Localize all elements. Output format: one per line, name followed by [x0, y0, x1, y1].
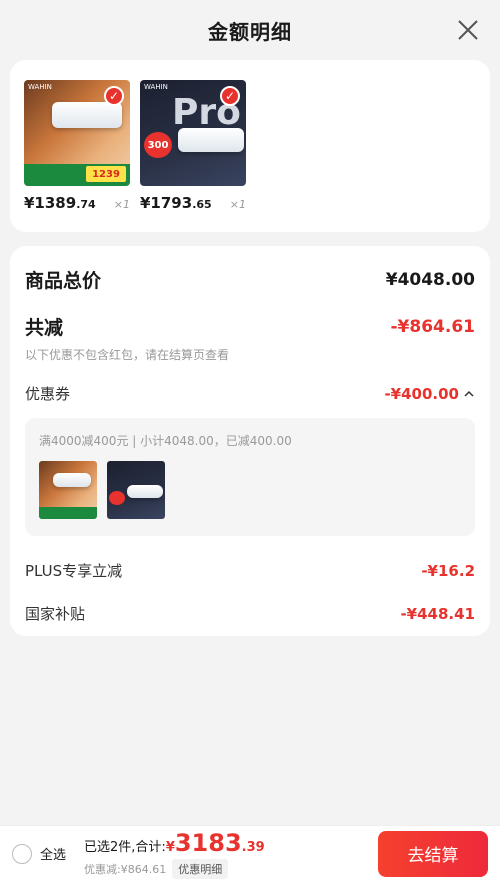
- product-image: WAHIN Pro 300 ✓: [140, 80, 246, 186]
- product-price: ¥1389.74: [24, 194, 96, 212]
- discount-label: 共减: [25, 317, 64, 339]
- brand-label: WAHIN: [28, 83, 52, 91]
- total-value: ¥4048.00: [385, 269, 475, 290]
- discount-note: 以下优惠不包含红包，请在结算页查看: [25, 348, 230, 362]
- air-conditioner-image: [127, 485, 163, 498]
- header: 金额明细: [0, 0, 500, 60]
- check-icon: ✓: [104, 86, 124, 106]
- subsidy-value: -¥448.41: [400, 604, 475, 623]
- page-title: 金额明细: [208, 19, 292, 44]
- coupon-detail-box: 满4000减400元 | 小计4048.00，已减400.00: [25, 418, 475, 536]
- coupon-row[interactable]: 优惠券 -¥400.00: [25, 383, 475, 404]
- air-conditioner-image: [178, 128, 244, 152]
- plus-row: PLUS专享立减 -¥16.2: [25, 560, 475, 581]
- chevron-up-icon[interactable]: [463, 388, 475, 400]
- discount-detail-button[interactable]: 优惠明细: [172, 858, 229, 879]
- plus-value: -¥16.2: [421, 561, 475, 580]
- product-qty: ×1: [229, 198, 246, 211]
- subsidy-label: 国家补贴: [25, 605, 86, 623]
- coupon-value: -¥400.00: [384, 384, 459, 403]
- order-summary: 已选2件,合计: ¥3183.39 优惠减:¥864.61 优惠明细: [84, 829, 265, 879]
- coupon-product-thumb: [39, 461, 97, 519]
- selected-count: 已选2件,合计:: [84, 839, 166, 855]
- brand-label: WAHIN: [144, 83, 168, 91]
- promo-badge: 300: [144, 132, 172, 158]
- select-all-label[interactable]: 全选: [40, 844, 66, 863]
- coupon-label: 优惠券: [25, 385, 71, 403]
- total-label: 商品总价: [25, 270, 102, 292]
- price-detail-card: 商品总价 ¥4048.00 共减 -¥864.61 以下优惠不包含红包，请在结算…: [10, 246, 490, 636]
- subsidy-row: 国家补贴 -¥448.41: [25, 603, 475, 624]
- select-all-radio[interactable]: [12, 843, 32, 864]
- air-conditioner-image: [53, 473, 91, 487]
- product-item[interactable]: WAHIN Pro 300 ✓ ¥1793.65 ×1: [140, 80, 246, 212]
- checkout-button[interactable]: 去结算: [378, 830, 488, 877]
- bottom-bar: 全选 已选2件,合计: ¥3183.39 优惠减:¥864.61 优惠明细 去结…: [0, 825, 500, 881]
- product-image: WAHIN 1239 ✓: [24, 80, 130, 186]
- discount-value: -¥864.61: [390, 316, 476, 337]
- promo-bar: [39, 507, 97, 519]
- promo-price: 1239: [86, 166, 126, 182]
- coupon-note: 满4000减400元 | 小计4048.00，已减400.00: [39, 434, 292, 448]
- grand-total: ¥3183.39: [165, 828, 265, 857]
- plus-label: PLUS专享立减: [25, 562, 123, 580]
- air-conditioner-image: [52, 102, 122, 128]
- product-item[interactable]: WAHIN 1239 ✓ ¥1389.74 ×1: [24, 80, 130, 212]
- product-list: WAHIN 1239 ✓ ¥1389.74 ×1 WAHIN Pro 300 ✓…: [10, 60, 490, 232]
- saved-amount: 优惠减:¥864.61: [84, 862, 167, 876]
- close-icon[interactable]: [454, 16, 482, 44]
- product-qty: ×1: [113, 198, 130, 211]
- promo-badge: [109, 491, 125, 505]
- product-price: ¥1793.65: [140, 194, 212, 212]
- discount-row: 共减 -¥864.61: [25, 313, 475, 340]
- total-row: 商品总价 ¥4048.00: [25, 266, 475, 293]
- coupon-product-thumb: [107, 461, 165, 519]
- check-icon: ✓: [220, 86, 240, 106]
